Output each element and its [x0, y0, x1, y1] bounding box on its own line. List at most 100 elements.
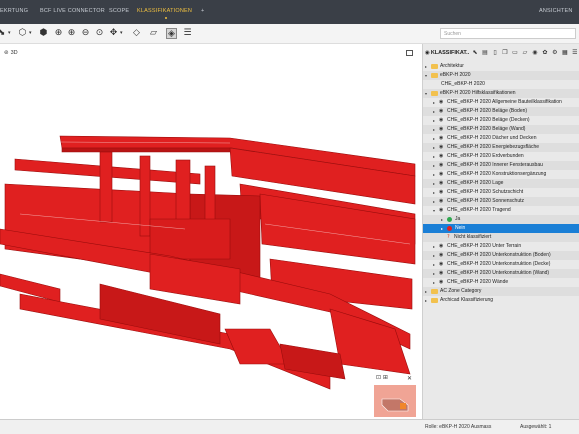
chevron-right-icon[interactable]: ▸ — [433, 197, 435, 206]
eye-icon[interactable]: ◉ — [439, 143, 443, 152]
eye-icon[interactable]: ◉ — [439, 161, 443, 170]
zoom-out-icon[interactable]: ⊖ — [80, 28, 91, 39]
chevron-down-icon[interactable]: ▾ — [425, 71, 427, 80]
tree-row[interactable]: ▸ ◉ CHE_eBKP-H 2020 Beläge (Wand) — [423, 125, 579, 134]
eye-icon[interactable]: ◉ — [439, 269, 443, 278]
tab-ansichten[interactable]: ANSICHTEN — [539, 8, 573, 14]
chevron-right-icon[interactable]: ▸ — [433, 188, 435, 197]
new-document-icon[interactable]: ▯ — [491, 49, 499, 56]
tree-row[interactable]: ▸ ◉ CHE_eBKP-H 2020 Schutzschicht — [423, 188, 579, 197]
eye-icon[interactable]: ◉ — [439, 125, 443, 134]
navigation-cube[interactable] — [374, 385, 416, 417]
tree-row[interactable]: ▸ AC Zone Category — [423, 287, 579, 296]
eye-icon[interactable]: ◉ — [439, 278, 443, 287]
plane-icon[interactable]: ▱ — [148, 28, 159, 39]
chevron-right-icon[interactable]: ▸ — [433, 179, 435, 188]
chevron-right-icon[interactable]: ▸ — [433, 116, 435, 125]
document-icon[interactable]: ▤ — [481, 49, 489, 56]
zoom-window-icon[interactable]: ⊙ — [94, 28, 105, 39]
eye-icon[interactable]: ◉ — [439, 116, 443, 125]
classification-tree[interactable]: ▸ Architektur ▾ eBKP-H 2020 CHE_eBKP-H 2020 ▾… — [423, 62, 579, 305]
tree-row[interactable]: ▸ ◉ CHE_eBKP-H 2020 Konstruktionsergänzung — [423, 170, 579, 179]
chevron-right-icon[interactable]: ▸ — [433, 260, 435, 269]
tree-row[interactable]: ▸ ◉ CHE_eBKP-H 2020 Innerer Fensterausbau — [423, 161, 579, 170]
tree-row[interactable]: ▸ Nein — [423, 224, 579, 233]
chevron-right-icon[interactable]: ▸ — [425, 62, 427, 71]
3d-viewport[interactable]: ⊚ 3D ⊡ ⊞ ✕ — [0, 44, 420, 419]
tree-row[interactable]: ▾ eBKP-H 2020 Hilfsklassifikationen — [423, 89, 579, 98]
eye-icon[interactable]: ◉ — [439, 206, 443, 215]
search-input[interactable]: Suchen — [440, 28, 576, 39]
close-icon[interactable]: ✕ — [407, 375, 412, 382]
chevron-right-icon[interactable]: ▸ — [425, 287, 427, 296]
folder-icon[interactable]: ▭ — [511, 49, 519, 56]
eye-icon[interactable]: ◉ — [439, 152, 443, 161]
eye-icon[interactable]: ◉ — [439, 242, 443, 251]
chevron-right-icon[interactable]: ▸ — [433, 152, 435, 161]
chevron-right-icon[interactable]: ▸ — [433, 98, 435, 107]
visibility-icon[interactable]: ◉ — [531, 49, 539, 56]
chevron-right-icon[interactable]: ▸ — [433, 125, 435, 134]
chevron-right-icon[interactable]: ▸ — [433, 134, 435, 143]
grid-icon[interactable]: ▦ — [561, 49, 569, 56]
chevron-down-icon[interactable]: ▾ — [29, 30, 32, 36]
tree-row[interactable]: ▸ ◉ CHE_eBKP-H 2020 Sonnenschutz — [423, 197, 579, 206]
tree-row[interactable]: ▸ ◉ CHE_eBKP-H 2020 Lage — [423, 179, 579, 188]
chevron-right-icon[interactable]: ▸ — [441, 224, 443, 233]
pointer-icon[interactable]: ⬉ — [471, 49, 479, 56]
chevron-down-icon[interactable]: ▾ — [433, 206, 435, 215]
add-tab-button[interactable]: + — [201, 8, 204, 14]
tab-bcf-live-connector[interactable]: BCF LIVE CONNECTOR — [40, 8, 105, 14]
zoom-in-icon[interactable]: ⊕ — [66, 28, 77, 39]
chevron-right-icon[interactable]: ▸ — [433, 170, 435, 179]
chevron-right-icon[interactable]: ▸ — [433, 161, 435, 170]
palette-icon[interactable]: ✿ — [541, 49, 549, 56]
tree-row[interactable]: ▾ ◉ CHE_eBKP-H 2020 Tragend — [423, 206, 579, 215]
tree-row[interactable]: ▸ Ja — [423, 215, 579, 224]
folder-open-icon[interactable]: ▱ — [521, 49, 529, 56]
eye-icon[interactable]: ◉ — [439, 188, 443, 197]
tree-row[interactable]: ▸ ◉ CHE_eBKP-H 2020 Wände — [423, 278, 579, 287]
tree-row[interactable]: ? Nicht klassifiziert — [423, 233, 579, 242]
tree-row[interactable]: ▸ ◉ CHE_eBKP-H 2020 Allgemeine Bauteilklas… — [423, 98, 579, 107]
cursor-icon[interactable]: ⬊ — [0, 28, 7, 39]
tree-row[interactable]: ▸ ◉ CHE_eBKP-H 2020 Dächer und Decken — [423, 134, 579, 143]
tab-klassifikationen[interactable]: KLASSIFIKATIONEN — [137, 8, 192, 19]
section-icon[interactable]: ◇ — [131, 28, 142, 39]
eye-icon[interactable]: ◉ — [425, 50, 430, 56]
highlight-icon[interactable]: ◈ — [166, 28, 177, 39]
tree-row[interactable]: ▸ Archicad Klassifizierung — [423, 296, 579, 305]
tree-row[interactable]: ▸ Architektur — [423, 62, 579, 71]
copy-icon[interactable]: ❐ — [501, 49, 509, 56]
box-view-icon[interactable]: ⬡ — [17, 28, 28, 39]
tree-row[interactable]: ▸ ◉ CHE_eBKP-H 2020 Beläge (Decken) — [423, 116, 579, 125]
eye-icon[interactable]: ◉ — [439, 251, 443, 260]
gear-icon[interactable]: ⚙ — [551, 49, 559, 56]
tree-row[interactable]: ▸ ◉ CHE_eBKP-H 2020 Erdverbunden — [423, 152, 579, 161]
eye-icon[interactable]: ◉ — [439, 170, 443, 179]
eye-icon[interactable]: ◉ — [439, 179, 443, 188]
chevron-right-icon[interactable]: ▸ — [433, 278, 435, 287]
building-model[interactable] — [0, 44, 420, 419]
tree-row[interactable]: ▸ ◉ CHE_eBKP-H 2020 Unterkonstruktion (Bod… — [423, 251, 579, 260]
tree-row[interactable]: CHE_eBKP-H 2020 — [423, 80, 579, 89]
chevron-down-icon[interactable]: ▾ — [120, 30, 123, 36]
tree-row[interactable]: ▸ ◉ CHE_eBKP-H 2020 Beläge (Boden) — [423, 107, 579, 116]
chevron-right-icon[interactable]: ▸ — [441, 215, 443, 224]
list-icon[interactable]: ☰ — [571, 49, 579, 56]
chevron-right-icon[interactable]: ▸ — [433, 143, 435, 152]
tab-scope[interactable]: SCOPE — [109, 8, 129, 14]
tab-bearbeitung[interactable]: EKRTUNG — [0, 8, 28, 14]
eye-icon[interactable]: ◉ — [439, 107, 443, 116]
chevron-right-icon[interactable]: ▸ — [433, 269, 435, 278]
layers-icon[interactable]: ☰ — [182, 28, 193, 39]
pan-icon[interactable]: ✥ — [108, 28, 119, 39]
eye-icon[interactable]: ◉ — [439, 260, 443, 269]
chevron-right-icon[interactable]: ▸ — [433, 251, 435, 260]
fit-view-icon[interactable]: ⊕ — [53, 28, 64, 39]
eye-icon[interactable]: ◉ — [439, 197, 443, 206]
tree-row[interactable]: ▾ eBKP-H 2020 — [423, 71, 579, 80]
chevron-down-icon[interactable]: ▾ — [425, 89, 427, 98]
chevron-down-icon[interactable]: ▾ — [8, 30, 11, 36]
tree-row[interactable]: ▸ ◉ CHE_eBKP-H 2020 Unter Terrain — [423, 242, 579, 251]
